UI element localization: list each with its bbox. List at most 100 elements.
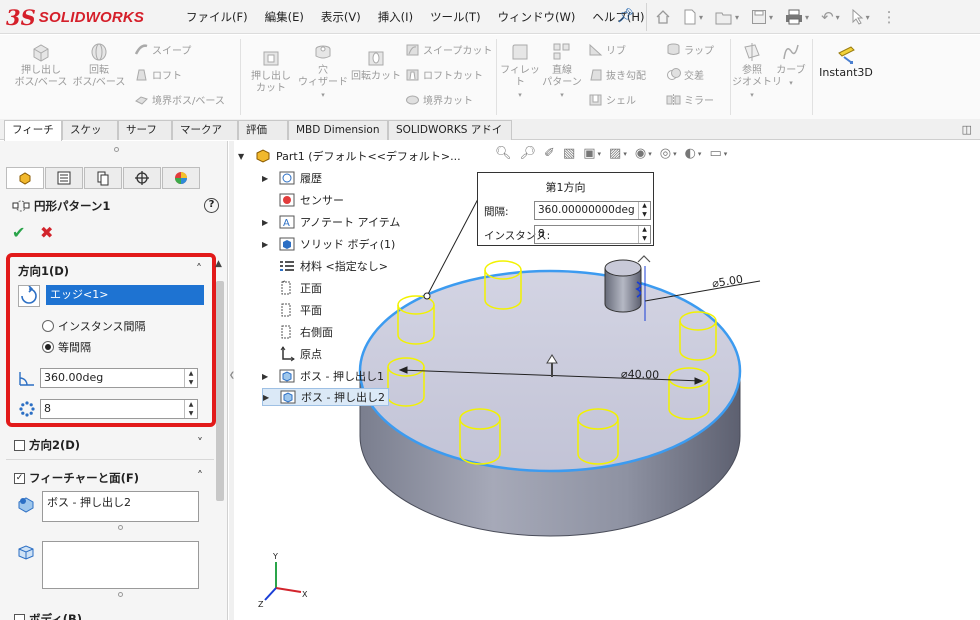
intersect-button[interactable]: 交差 [666,67,704,82]
tree-item-front-plane[interactable]: 正面 [262,280,322,296]
zoom-to-fit-icon[interactable]: 🔍︎ [495,146,512,161]
extrude-boss-button[interactable]: 押し出し ボス/ベース [14,41,68,89]
undo-icon[interactable]: ↶ ▾ [821,8,840,26]
pattern-axis-reverse-icon[interactable] [18,285,40,307]
revolve-boss-button[interactable]: 回転 ボス/ベース [72,41,126,89]
menu-tools[interactable]: ツール(T) [430,9,481,25]
angle-input[interactable]: 360.00deg ▲ ▼ [40,368,198,388]
panel-scrollbar[interactable]: ▲ [215,259,225,619]
edit-appearance-icon[interactable]: ◐ ▾ [685,146,702,161]
display-settings-icon[interactable]: ▭ ▾ [709,146,727,161]
tree-root-part[interactable]: ▼ Part1 (デフォルト<<デフォルト>... [238,148,461,164]
instance-count-spinner[interactable]: ▲ ▼ [184,400,197,418]
tree-item-origin[interactable]: 原点 [262,346,322,362]
reference-geometry-button[interactable]: 参照 ジオメトリ ▾ [732,41,782,101]
display-style-icon[interactable]: ◉ ▾ [635,146,652,161]
open-folder-icon[interactable]: ▾ [715,10,739,25]
bodies-checkbox[interactable] [14,613,25,620]
expand-arrow-icon[interactable]: ▶ [262,240,272,249]
hide-show-icon[interactable]: ◎ ▾ [660,146,677,161]
scroll-up-icon[interactable]: ▲ [215,259,222,269]
menu-edit[interactable]: 編集(E) [265,9,304,25]
tree-item-right-plane[interactable]: 右側面 [262,324,333,340]
callout-instances-spinner[interactable]: ▲ ▼ [638,226,650,243]
expand-chevron-icon[interactable]: ˅ [197,436,203,450]
tab-surfaces[interactable]: サーフェス [118,120,172,154]
list-resize-grip[interactable] [118,525,123,530]
tab-features[interactable]: フィーチャー [4,120,62,154]
expand-arrow-icon[interactable]: ▶ [262,218,272,227]
tree-item-boss-extrude2[interactable]: ▶ ボス - 押し出し2 [262,388,389,406]
bodies-checkbox-row[interactable]: ボディ(B) [14,611,82,620]
large-diameter-dimension[interactable]: ⌀40.00 [621,367,660,381]
cancel-x-button[interactable]: ✖ [40,223,53,242]
direction2-checkbox[interactable] [14,439,25,451]
options-icon[interactable]: ⋮ [882,8,897,26]
revolve-cut-button[interactable]: 回転カット [350,47,402,83]
shell-button[interactable]: シェル [588,92,636,107]
boundary-boss-button[interactable]: 境界ボス/ベース [134,92,225,107]
sweep-button[interactable]: スイープ [134,42,191,57]
callout-spacing-input[interactable]: 360.00000000deg ▲ ▼ [534,201,651,220]
print-icon[interactable]: ▾ [785,9,809,25]
callout-spacing-spinner[interactable]: ▲ ▼ [638,202,650,219]
tab-markup[interactable]: マークアップ [172,120,238,154]
hole-wizard-button[interactable]: 穴 ウィザード ▾ [298,41,348,101]
extrude-cut-button[interactable]: 押し出し カット [244,47,298,95]
menu-window[interactable]: ウィンドウ(W) [498,9,576,25]
draft-button[interactable]: 抜き勾配 [588,67,646,82]
new-document-icon[interactable]: ▾ [683,9,703,25]
collapse-arrow-icon[interactable]: ▼ [238,152,248,161]
configuration-manager-tab[interactable] [84,167,122,189]
tree-item-top-plane[interactable]: 平面 [262,302,322,318]
zoom-to-area-icon[interactable]: 🔎︎ [520,146,537,161]
linear-pattern-button[interactable]: 直線 パターン ▾ [542,41,582,101]
section-view-icon[interactable]: ▧ [563,146,575,161]
pattern-axis-field[interactable]: エッジ<1> [46,285,204,305]
property-manager-tab[interactable] [45,167,83,189]
wrap-button[interactable]: ラップ [666,42,714,57]
rib-button[interactable]: リブ [588,42,626,57]
expand-arrow-icon[interactable]: ▶ [262,372,272,381]
direction1-header[interactable]: 方向1(D) [18,263,69,279]
tab-sketch[interactable]: スケッチ [62,120,118,154]
pin-icon[interactable]: 📌︎ [617,8,635,24]
direction-arrow-icon[interactable] [637,255,651,263]
features-to-pattern-list[interactable]: ボス - 押し出し2 [42,491,199,522]
faces-to-pattern-list[interactable] [42,541,199,589]
ok-check-button[interactable]: ✔ [12,223,25,242]
features-list-item[interactable]: ボス - 押し出し2 [47,496,131,509]
radio-equal-spacing[interactable]: 等間隔 [42,339,91,355]
features-faces-checkbox-row[interactable]: ✓ フィーチャーと面(F) [14,470,139,486]
collapse-chevron-icon[interactable]: ˄ [197,469,203,483]
tree-item-history[interactable]: ▶ 履歴 [262,170,322,186]
tree-item-annotations[interactable]: ▶ A アノテート アイテム [262,214,400,230]
tree-item-sensors[interactable]: センサー [262,192,344,208]
panel-grip-dot[interactable] [114,147,119,152]
curves-button[interactable]: カーブ ▾ [773,41,809,89]
select-pointer-icon[interactable]: ▾ [852,9,870,25]
tree-item-boss-extrude1[interactable]: ▶ ボス - 押し出し1 [262,368,384,384]
tree-item-solid-bodies[interactable]: ▶ ソリッド ボディ(1) [262,236,395,252]
panel-restore-icon[interactable]: ◫ [962,123,972,136]
dynamic-annotation-icon[interactable]: ▣ ▾ [583,146,601,161]
fillet-button[interactable]: フィレット ▾ [500,41,540,101]
angle-spinner[interactable]: ▲ ▼ [184,369,197,387]
sweep-cut-button[interactable]: スイープカット [405,42,492,57]
feature-manager-tab[interactable] [6,167,44,189]
loft-button[interactable]: ロフト [134,67,182,82]
previous-view-icon[interactable]: ✐ [544,146,555,161]
home-icon[interactable] [655,9,671,25]
tree-item-material[interactable]: 材料 <指定なし> [262,258,388,274]
expand-arrow-icon[interactable]: ▶ [263,393,273,402]
dimxpert-manager-tab[interactable] [123,167,161,189]
solidworks-logo[interactable]: 3S SOLIDWORKS [6,4,144,30]
features-faces-checkbox[interactable]: ✓ [14,472,25,484]
tab-evaluate[interactable]: 評価 [238,120,288,140]
scrollbar-thumb[interactable] [216,281,224,501]
tab-solidworks-addins[interactable]: SOLIDWORKS アドイン [388,120,512,154]
direction2-checkbox-row[interactable]: 方向2(D) [14,437,80,453]
menu-view[interactable]: 表示(V) [321,9,361,25]
display-manager-tab[interactable] [162,167,200,189]
view-orientation-icon[interactable]: ▨ ▾ [609,146,627,161]
